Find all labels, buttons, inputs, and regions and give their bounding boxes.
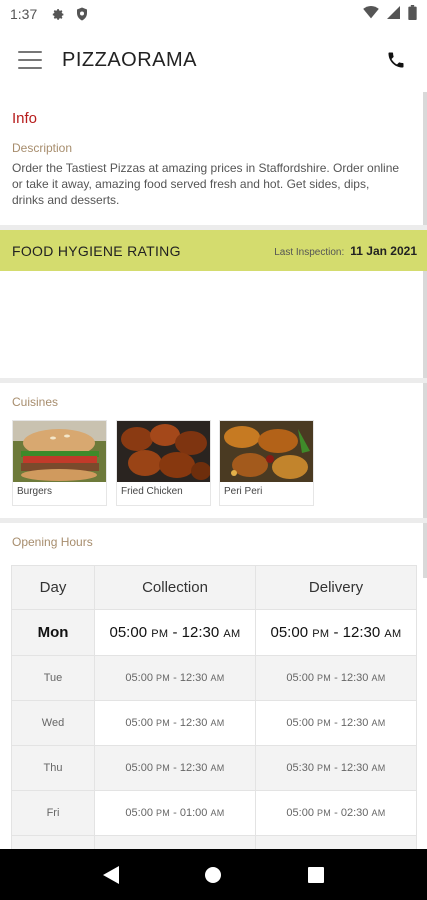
description-text: Order the Tastiest Pizzas at amazing pri…: [12, 161, 400, 207]
last-inspection: Last Inspection: 11 Jan 2021: [274, 244, 417, 258]
header-delivery: Delivery: [255, 565, 417, 610]
table-row: Wed 05:00 PM - 12:30 AM 05:00 PM - 12:30…: [11, 700, 417, 746]
cuisine-name: Peri Peri: [224, 486, 263, 497]
signal-icon: [387, 6, 400, 22]
day-cell: Fri: [11, 790, 95, 836]
cuisine-name: Burgers: [17, 486, 53, 497]
app-bar: PIZZAORAMA: [0, 30, 427, 90]
wifi-icon: [363, 6, 379, 22]
table-row: Fri 05:00 PM - 01:00 AM 05:00 PM - 02:30…: [11, 790, 417, 836]
status-right-icons: [363, 5, 417, 23]
scroll-indicator[interactable]: [423, 92, 427, 578]
opening-hours-table: Day Collection Delivery Mon 05:00 PM - 1…: [11, 565, 417, 881]
day-cell: Thu: [11, 745, 95, 791]
table-row: Tue 05:00 PM - 12:30 AM 05:00 PM - 12:30…: [11, 655, 417, 701]
burger-image: [13, 421, 106, 482]
collection-cell: 05:00 PM - 12:30 AM: [94, 700, 256, 746]
recents-icon[interactable]: [301, 860, 331, 890]
last-inspection-label: Last Inspection:: [274, 246, 345, 258]
cuisine-card-fried-chicken[interactable]: Fried Chicken: [116, 420, 211, 506]
delivery-cell: 05:00 PM - 12:30 AM: [255, 655, 417, 701]
collection-cell: 05:00 PM - 12:30 AM: [94, 655, 256, 701]
cuisines-label: Cuisines: [12, 395, 59, 409]
hygiene-rating-bar: FOOD HYGIENE RATING Last Inspection: 11 …: [0, 230, 427, 271]
day-cell: Mon: [11, 609, 95, 656]
home-icon[interactable]: [198, 860, 228, 890]
cuisine-name: Fried Chicken: [121, 486, 183, 497]
system-nav-bar: [0, 849, 427, 900]
peri-peri-image: [220, 421, 313, 482]
cuisine-card-peri-peri[interactable]: Peri Peri: [219, 420, 314, 506]
collection-cell: 05:00 PM - 01:00 AM: [94, 790, 256, 836]
description-label: Description: [12, 141, 73, 155]
last-inspection-date: 11 Jan 2021: [350, 243, 417, 258]
divider: [0, 378, 427, 383]
header-day: Day: [11, 565, 95, 610]
hamburger-menu-icon[interactable]: [18, 51, 42, 69]
table-row: Thu 05:00 PM - 12:30 AM 05:30 PM - 12:30…: [11, 745, 417, 791]
info-heading: Info: [12, 110, 38, 127]
delivery-cell: 05:00 PM - 12:30 AM: [255, 609, 417, 656]
header-collection: Collection: [94, 565, 256, 610]
day-cell: Tue: [11, 655, 95, 701]
table-row: Mon 05:00 PM - 12:30 AM 05:00 PM - 12:30…: [11, 609, 417, 656]
delivery-cell: 05:00 PM - 12:30 AM: [255, 700, 417, 746]
status-bar: 1:37: [0, 0, 427, 28]
battery-icon: [408, 5, 417, 23]
delivery-cell: 05:00 PM - 02:30 AM: [255, 790, 417, 836]
hygiene-title: FOOD HYGIENE RATING: [12, 242, 181, 259]
gear-icon: [51, 7, 65, 21]
divider: [0, 518, 427, 523]
day-cell: Wed: [11, 700, 95, 746]
delivery-cell: 05:30 PM - 12:30 AM: [255, 745, 417, 791]
status-time: 1:37: [10, 6, 38, 22]
phone-icon[interactable]: [383, 47, 409, 73]
opening-hours-label: Opening Hours: [12, 535, 93, 549]
fried-chicken-image: [117, 421, 210, 482]
table-header-row: Day Collection Delivery: [11, 565, 417, 610]
cuisine-card-burgers[interactable]: Burgers: [12, 420, 107, 506]
app-title: PIZZAORAMA: [62, 48, 198, 71]
shield-icon: [75, 7, 89, 21]
collection-cell: 05:00 PM - 12:30 AM: [94, 745, 256, 791]
back-icon[interactable]: [96, 860, 126, 890]
collection-cell: 05:00 PM - 12:30 AM: [94, 609, 256, 656]
